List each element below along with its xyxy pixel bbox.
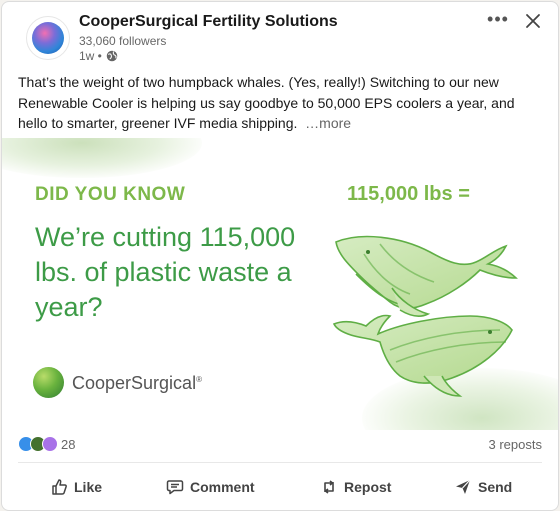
whale-bottom — [332, 314, 513, 397]
close-icon[interactable] — [522, 10, 544, 32]
registered-mark: ® — [196, 375, 202, 384]
did-you-know-heading: DID YOU KNOW — [35, 184, 186, 205]
brand-wordmark: CooperSurgical® — [72, 373, 202, 394]
more-options-icon[interactable]: ••• — [486, 10, 510, 30]
post-image[interactable]: DID YOU KNOW We’re cutting 115,000 lbs. … — [2, 138, 558, 430]
support-reaction-icon — [42, 436, 58, 452]
reaction-icons[interactable] — [18, 436, 58, 452]
post-timestamp: 1w • — [79, 49, 118, 63]
comment-icon — [166, 480, 184, 495]
like-button[interactable]: Like — [50, 468, 102, 506]
image-headline: We’re cutting 115,000 lbs. of plastic wa… — [35, 222, 296, 322]
company-name[interactable]: CooperSurgical Fertility Solutions — [79, 13, 338, 31]
repost-button[interactable]: Repost — [320, 468, 391, 506]
follower-count: 33,060 followers — [79, 34, 167, 48]
coopersurgical-logo — [33, 367, 64, 398]
repost-icon — [324, 480, 334, 494]
post-header: CooperSurgical Fertility Solutions 33,06… — [2, 2, 558, 66]
see-more-link[interactable]: …more — [305, 115, 351, 131]
send-button[interactable]: Send — [454, 468, 512, 506]
feed-post-card: CooperSurgical Fertility Solutions 33,06… — [1, 1, 559, 511]
send-label: Send — [478, 479, 513, 495]
repost-label: Repost — [344, 479, 392, 495]
post-body: That’s the weight of two humpback whales… — [18, 72, 546, 134]
reaction-count[interactable]: 28 — [61, 437, 75, 452]
brand-name: CooperSurgical — [72, 373, 197, 393]
company-logo — [32, 22, 64, 54]
send-icon — [456, 479, 471, 494]
like-label: Like — [74, 479, 103, 495]
company-avatar[interactable] — [26, 16, 70, 60]
post-time: 1w • — [79, 49, 102, 63]
repost-count[interactable]: 3 reposts — [489, 437, 542, 452]
humpback-whales-illustration — [332, 235, 518, 397]
comment-label: Comment — [190, 479, 255, 495]
whale-top — [335, 235, 518, 317]
weight-stat: 115,000 lbs = — [347, 183, 470, 205]
divider — [18, 462, 542, 463]
post-text: That’s the weight of two humpback whales… — [18, 74, 515, 131]
comment-button[interactable]: Comment — [166, 468, 255, 506]
social-counts: 28 3 reposts — [18, 436, 542, 454]
like-icon — [52, 479, 67, 495]
watercolor-wash — [2, 138, 202, 178]
post-actions: Like Comment Repost Send — [2, 468, 558, 506]
globe-icon — [106, 50, 118, 62]
